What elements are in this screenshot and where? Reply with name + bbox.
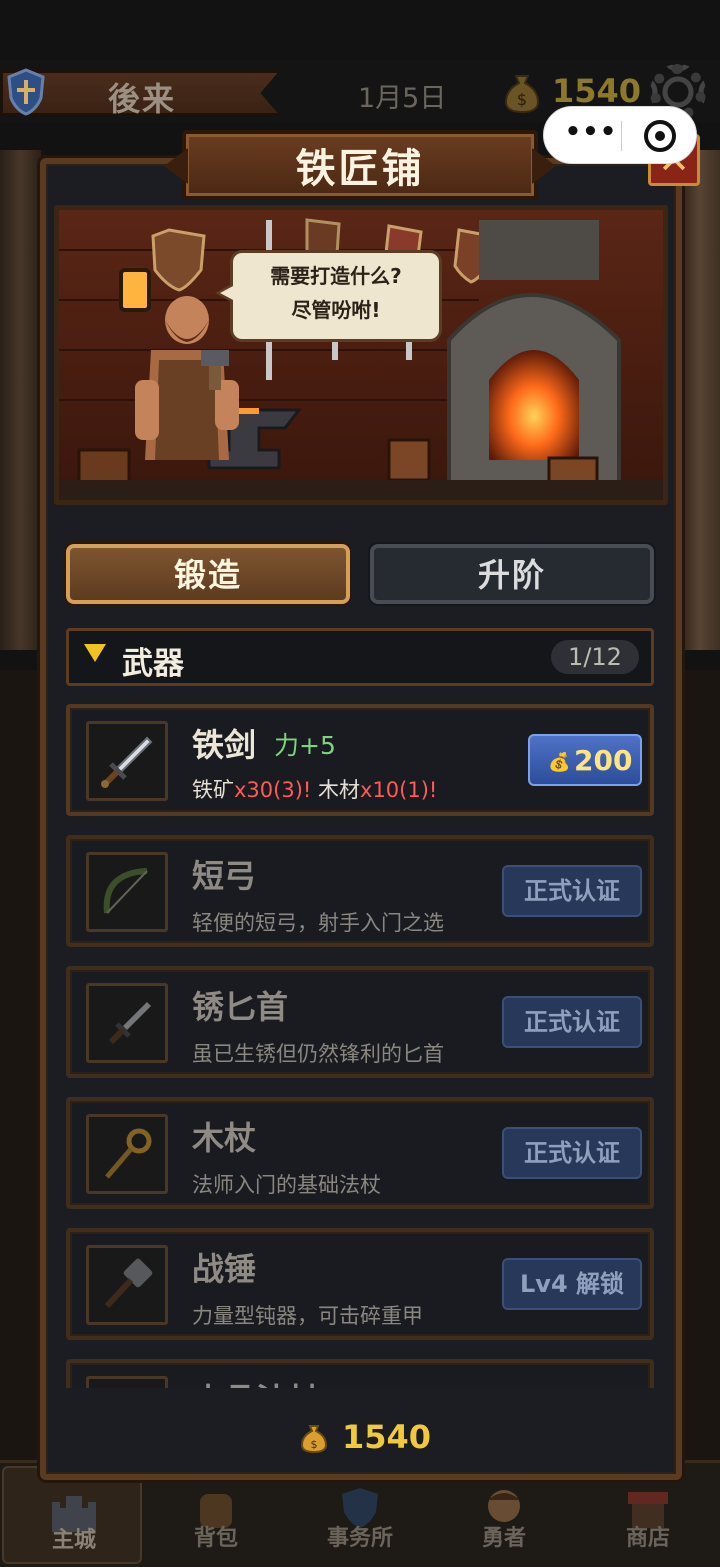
crystal-staff-icon <box>97 1387 157 1388</box>
nav-item-main-city[interactable]: 主城 <box>2 1466 142 1564</box>
money-bag-icon: 💰 <box>548 752 571 773</box>
nav-item-hero[interactable]: 勇者 <box>434 1466 574 1564</box>
town-background-right <box>676 150 720 650</box>
certify-button[interactable]: 正式认证 <box>502 1127 642 1179</box>
tab-forge[interactable]: 锻造 <box>66 544 350 604</box>
item-name: 战锤 <box>192 1250 257 1288</box>
svg-text:$: $ <box>517 90 527 109</box>
nav-label: 事务所 <box>326 1526 393 1551</box>
req-material-b-amount: x10(1)! <box>360 778 438 802</box>
item-name: 水晶法杖 <box>192 1375 320 1388</box>
list-item-wooden-staff[interactable]: 木杖 法师入门的基础法杖 正式认证 <box>66 1097 654 1209</box>
price-value: 200 <box>574 744 633 777</box>
capsule-divider <box>621 121 622 151</box>
req-material-a: 铁矿 <box>192 778 234 802</box>
certify-button[interactable]: 正式认证 <box>502 865 642 917</box>
category-count: 1/12 <box>551 640 639 674</box>
mini-program-capsule: ••• <box>543 106 697 164</box>
speech-line-1: 需要打造什么? <box>270 264 402 288</box>
item-name: 短弓 <box>192 857 257 895</box>
list-item-iron-sword[interactable]: 铁剑 力+5 铁矿x30(3)! 木材x10(1)! 💰 200 <box>66 704 654 816</box>
nav-label: 商店 <box>625 1526 670 1551</box>
background-panel-left <box>0 670 44 1460</box>
forge-price-button[interactable]: 💰 200 <box>528 734 642 786</box>
nav-item-backpack[interactable]: 背包 <box>146 1466 286 1564</box>
list-item-war-hammer[interactable]: 战锤 力量型钝器，可击碎重甲 Lv4 解锁 <box>66 1228 654 1340</box>
item-description: 力量型钝器，可击碎重甲 <box>192 1304 423 1328</box>
dagger-icon <box>108 1002 151 1045</box>
dialog-title: 铁匠铺 <box>295 146 425 192</box>
req-material-a-amount: x30(3)! <box>234 778 312 802</box>
item-name: 锈匕首 <box>192 988 289 1026</box>
nav-label: 勇者 <box>481 1526 526 1551</box>
money-bag-icon: $ <box>300 1425 328 1454</box>
item-description: 法师入门的基础法杖 <box>192 1173 381 1197</box>
item-requirements: 铁矿x30(3)! 木材x10(1)! <box>192 774 437 804</box>
more-menu-button[interactable]: ••• <box>564 117 618 153</box>
item-icon-frame <box>86 983 168 1063</box>
footer-gold-counter: 1540 <box>342 1418 432 1456</box>
background-panel-right <box>676 670 720 1460</box>
item-icon-frame <box>86 852 168 932</box>
speech-line-2: 尽管吩咐! <box>291 298 381 322</box>
certify-button[interactable]: 正式认证 <box>502 996 642 1048</box>
list-item-short-bow[interactable]: 短弓 轻便的短弓，射手入门之选 正式认证 <box>66 835 654 947</box>
svg-text:$: $ <box>311 1438 318 1451</box>
item-description: 轻便的短弓，射手入门之选 <box>192 911 444 935</box>
item-icon-frame <box>86 1114 168 1194</box>
sword-icon <box>101 736 153 788</box>
gold-counter: 1540 <box>552 72 642 110</box>
money-bag-icon: $ <box>504 75 540 114</box>
shield-icon <box>7 68 45 116</box>
bow-icon <box>103 868 148 914</box>
weapon-list[interactable]: 铁剑 力+5 铁矿x30(3)! 木材x10(1)! 💰 200 短弓 轻便的短… <box>60 698 662 1388</box>
item-stat-bonus: 力+5 <box>274 731 336 760</box>
game-date: 1月5日 <box>358 83 447 114</box>
town-background-left <box>0 150 44 650</box>
nav-item-shop[interactable]: 商店 <box>578 1466 718 1564</box>
item-name: 铁剑 <box>192 726 257 764</box>
hammer-icon <box>104 1258 153 1309</box>
item-name: 木杖 <box>192 1119 257 1157</box>
list-item-crystal-staff[interactable]: 水晶法杖 <box>66 1359 654 1388</box>
item-icon-frame <box>86 1376 168 1388</box>
nav-label: 主城 <box>51 1528 96 1553</box>
unlock-level-button[interactable]: Lv4 解锁 <box>502 1258 642 1310</box>
tab-upgrade[interactable]: 升阶 <box>370 544 654 604</box>
item-icon-frame <box>86 721 168 801</box>
staff-icon <box>105 1128 152 1179</box>
item-description: 虽已生锈但仍然锋利的匕首 <box>192 1042 444 1066</box>
nav-label: 背包 <box>193 1526 238 1551</box>
nav-item-guild-office[interactable]: 事务所 <box>290 1466 430 1564</box>
triangle-down-icon <box>84 644 106 662</box>
list-item-rusty-dagger[interactable]: 锈匕首 虽已生锈但仍然锋利的匕首 正式认证 <box>66 966 654 1078</box>
item-icon-frame <box>86 1245 168 1325</box>
category-label: 武器 <box>122 646 184 682</box>
close-mini-program-icon[interactable] <box>644 120 676 152</box>
player-name: 後来 <box>108 80 177 118</box>
req-material-b: 木材 <box>318 778 361 802</box>
